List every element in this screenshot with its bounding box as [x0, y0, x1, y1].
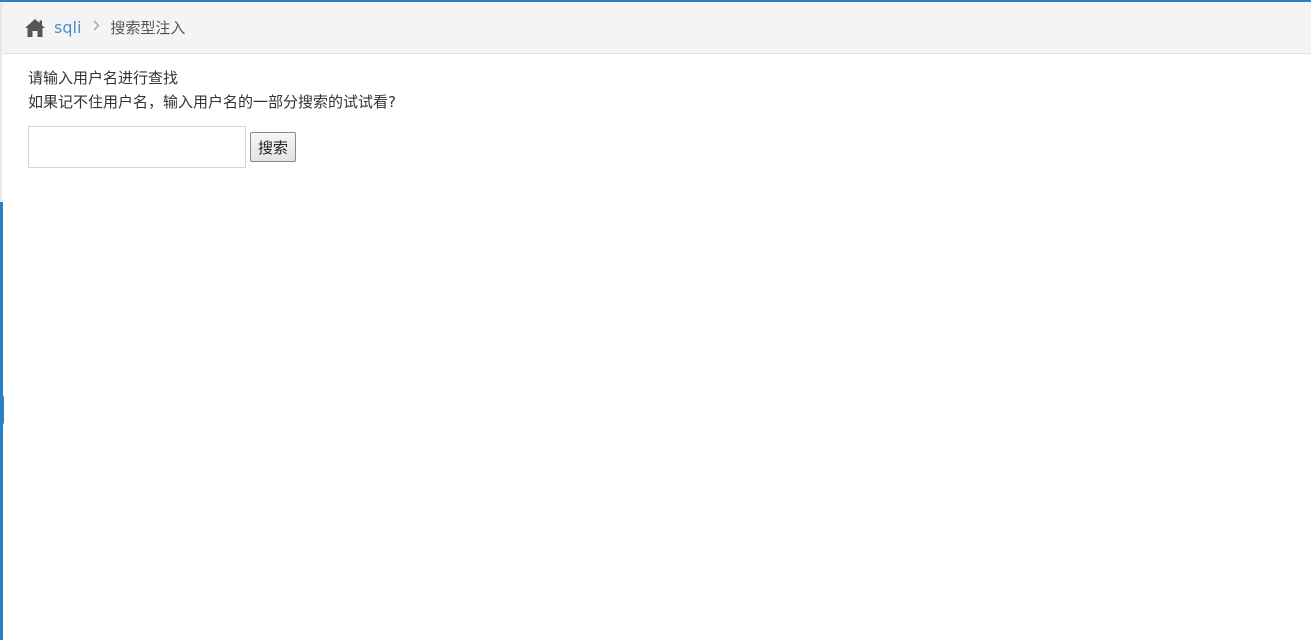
- sidebar-toggle-handle[interactable]: [0, 394, 4, 426]
- page-frame: sqli 搜索型注入 请输入用户名进行查找 如果记不住用户名，输入用户名的一部分…: [0, 0, 1311, 640]
- breadcrumb-current: 搜索型注入: [110, 19, 186, 37]
- breadcrumb-link-sqli[interactable]: sqli: [54, 18, 81, 37]
- search-input[interactable]: [28, 126, 246, 168]
- breadcrumb: sqli 搜索型注入: [2, 2, 1311, 54]
- prompt-line-2: 如果记不住用户名，输入用户名的一部分搜索的试试看?: [28, 93, 396, 111]
- main-content: 请输入用户名进行查找 如果记不住用户名，输入用户名的一部分搜索的试试看? 搜索: [28, 66, 396, 168]
- search-form: 搜索: [28, 126, 396, 168]
- search-button[interactable]: 搜索: [250, 132, 297, 162]
- home-icon[interactable]: [24, 18, 46, 38]
- chevron-right-icon: [93, 20, 100, 35]
- prompt-line-1: 请输入用户名进行查找: [28, 69, 179, 87]
